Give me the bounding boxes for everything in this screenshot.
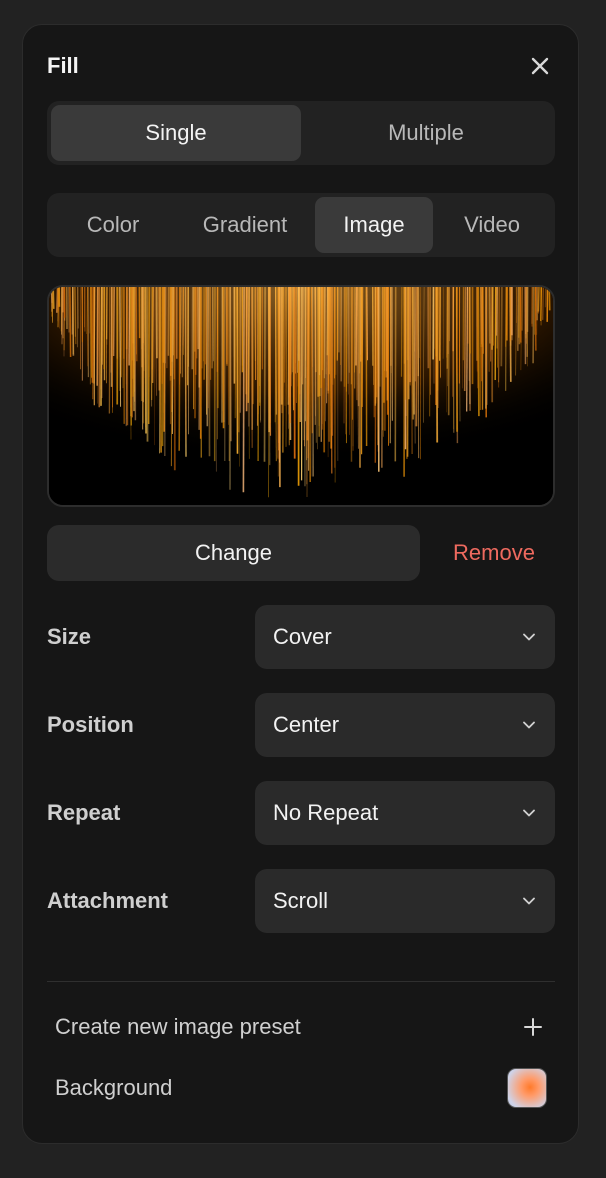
chevron-down-icon bbox=[523, 808, 537, 818]
fill-type-tabs: Color Gradient Image Video bbox=[47, 193, 555, 257]
tab-video[interactable]: Video bbox=[433, 197, 551, 253]
panel-header: Fill bbox=[47, 51, 554, 81]
size-row: Size Cover bbox=[47, 605, 555, 669]
repeat-row: Repeat No Repeat bbox=[47, 781, 555, 845]
attachment-value: Scroll bbox=[273, 888, 329, 913]
chevron-down-icon bbox=[523, 720, 537, 730]
fill-panel: Fill Single Multiple Color Gradient Imag… bbox=[22, 24, 579, 1144]
create-preset-label: Create new image preset bbox=[55, 1014, 301, 1039]
repeat-value: No Repeat bbox=[273, 800, 379, 825]
tab-single[interactable]: Single bbox=[51, 105, 301, 161]
attachment-label: Attachment bbox=[47, 888, 169, 913]
image-preview-graphic bbox=[49, 287, 553, 505]
position-label: Position bbox=[47, 712, 134, 737]
repeat-label: Repeat bbox=[47, 800, 121, 825]
create-preset-row[interactable]: Create new image preset bbox=[55, 1005, 547, 1049]
panel-title: Fill bbox=[47, 53, 79, 78]
chevron-down-icon bbox=[523, 632, 537, 642]
position-select[interactable]: Center bbox=[255, 693, 555, 757]
fill-mode-toggle: Single Multiple bbox=[47, 101, 555, 165]
divider bbox=[47, 981, 555, 982]
tab-multiple[interactable]: Multiple bbox=[301, 105, 551, 161]
background-label: Background bbox=[55, 1075, 173, 1100]
chevron-down-icon bbox=[523, 896, 537, 906]
tab-image[interactable]: Image bbox=[315, 197, 433, 253]
attachment-select[interactable]: Scroll bbox=[255, 869, 555, 933]
size-value: Cover bbox=[273, 624, 332, 649]
repeat-select[interactable]: No Repeat bbox=[255, 781, 555, 845]
position-value: Center bbox=[273, 712, 340, 737]
tab-gradient[interactable]: Gradient bbox=[175, 197, 315, 253]
image-preview[interactable] bbox=[47, 285, 555, 507]
plus-icon bbox=[524, 1018, 542, 1036]
change-image-button[interactable]: Change bbox=[47, 525, 420, 581]
size-select[interactable]: Cover bbox=[255, 605, 555, 669]
background-row: Background bbox=[55, 1066, 547, 1110]
close-icon bbox=[531, 57, 549, 75]
attachment-row: Attachment Scroll bbox=[47, 869, 555, 933]
position-row: Position Center bbox=[47, 693, 555, 757]
add-preset-button[interactable] bbox=[519, 1013, 547, 1041]
size-label: Size bbox=[47, 624, 92, 649]
remove-image-button[interactable]: Remove bbox=[443, 525, 545, 581]
tab-color[interactable]: Color bbox=[51, 197, 175, 253]
background-swatch[interactable] bbox=[507, 1068, 547, 1108]
close-button[interactable] bbox=[526, 52, 554, 80]
